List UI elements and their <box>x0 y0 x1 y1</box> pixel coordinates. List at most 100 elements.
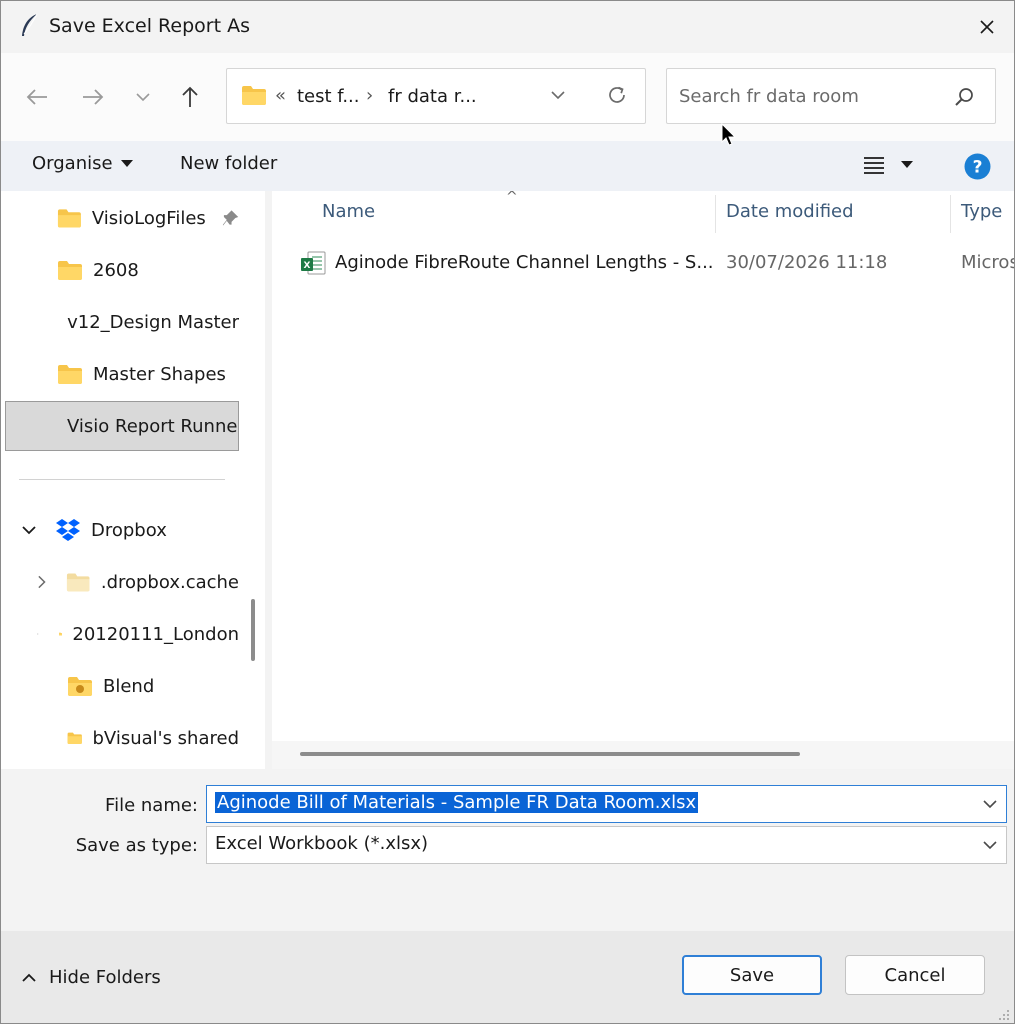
command-toolbar: Organise New folder ? <box>1 141 1014 191</box>
new-folder-label: New folder <box>180 153 278 174</box>
save-dialog: Save Excel Report As « test f... › fr da… <box>0 0 1015 1024</box>
sidebar-item-bvisuals-shared[interactable]: bVisual's shared <box>5 713 239 763</box>
sidebar-item-master-shapes[interactable]: Master Shapes <box>5 349 239 399</box>
file-row[interactable]: X Aginode FibreRoute Channel Lengths - S… <box>272 241 1014 285</box>
file-name: Aginode FibreRoute Channel Lengths - S..… <box>335 252 714 273</box>
up-button[interactable] <box>172 77 208 117</box>
caret-down-icon <box>901 161 913 168</box>
chevron-down-icon[interactable] <box>21 525 37 535</box>
sidebar-item-v12-design-master[interactable]: v12_Design Master <box>5 297 239 347</box>
address-dropdown-icon[interactable] <box>549 86 567 104</box>
help-button[interactable]: ? <box>964 153 991 180</box>
horizontal-scrollbar[interactable] <box>300 752 800 756</box>
sidebar-divider <box>19 479 225 480</box>
breadcrumb-separator[interactable]: › <box>366 85 373 106</box>
sidebar-item-label: 20120111_London <box>72 623 239 645</box>
resize-grip-icon[interactable] <box>996 1007 1010 1021</box>
help-icon: ? <box>964 153 991 180</box>
chevron-down-icon[interactable] <box>980 794 1000 814</box>
chevron-down-icon <box>136 93 150 102</box>
folder-icon <box>58 261 82 280</box>
navigation-bar: « test f... › fr data r... <box>1 53 1014 141</box>
sidebar-item-label: 2608 <box>93 259 139 281</box>
excel-file-icon: X <box>301 251 326 275</box>
sidebar-scrollbar[interactable] <box>251 599 255 661</box>
folder-icon <box>242 86 266 105</box>
sidebar-item-label: .dropbox.cache <box>100 571 239 593</box>
sidebar-item-2608[interactable]: 2608 <box>5 245 239 295</box>
sidebar-item-dropbox[interactable]: Dropbox <box>5 505 239 555</box>
chevron-up-icon <box>22 973 36 982</box>
file-name-value[interactable]: Aginode Bill of Materials - Sample FR Da… <box>215 792 699 813</box>
file-name-label: File name: <box>105 795 198 816</box>
cancel-button[interactable]: Cancel <box>845 955 985 995</box>
sidebar-item-20120111-london[interactable]: 20120111_London <box>5 609 239 659</box>
file-type: Micros <box>961 252 1014 273</box>
file-list: ^ Name Date modified Type X Aginode Fibr… <box>272 191 1014 769</box>
folder-icon <box>67 573 90 592</box>
hide-folders-button[interactable]: Hide Folders <box>21 967 161 988</box>
pin-icon <box>222 210 239 226</box>
column-header-date-modified[interactable]: Date modified <box>726 201 854 222</box>
save-form: File name: Aginode Bill of Materials - S… <box>1 769 1014 931</box>
chevron-down-icon[interactable] <box>980 835 1000 855</box>
sidebar-item-label: bVisual's shared <box>92 727 239 749</box>
dropbox-icon <box>56 519 80 541</box>
column-header-type[interactable]: Type <box>961 201 1002 222</box>
close-icon <box>980 20 994 34</box>
new-folder-button[interactable]: New folder <box>180 153 277 174</box>
sidebar-item-visio-report-runner[interactable]: Visio Report Runner <box>5 401 239 451</box>
file-date-modified: 30/07/2026 11:18 <box>726 252 888 273</box>
feather-icon <box>22 13 38 36</box>
address-bar[interactable]: « test f... › fr data r... <box>226 68 646 124</box>
chevron-right-icon[interactable] <box>37 626 39 642</box>
close-button[interactable] <box>960 1 1014 53</box>
organise-label: Organise <box>32 153 113 174</box>
folder-icon <box>57 209 81 228</box>
window-title: Save Excel Report As <box>49 15 250 37</box>
sidebar-item-label: v12_Design Master <box>67 311 239 333</box>
view-options-button[interactable] <box>863 155 913 175</box>
column-divider[interactable] <box>715 195 716 233</box>
sidebar-item-label: Blend <box>103 675 155 697</box>
save-as-type-select[interactable]: Excel Workbook (*.xlsx) <box>206 826 1007 864</box>
sidebar-item-label: Visio Report Runner <box>67 415 239 437</box>
breadcrumb-fr-data-room[interactable]: fr data r... <box>388 86 477 107</box>
breadcrumb-test-folder[interactable]: test f... <box>297 86 359 107</box>
mouse-cursor-icon <box>721 123 737 146</box>
caret-down-icon <box>120 159 133 167</box>
search-box[interactable] <box>666 68 996 124</box>
organise-button[interactable]: Organise <box>32 153 133 174</box>
folder-icon <box>58 632 63 636</box>
dialog-footer: Hide Folders Save Cancel <box>1 931 1014 1023</box>
recent-locations-button[interactable] <box>125 77 161 117</box>
svg-text:?: ? <box>973 158 983 178</box>
title-bar: Save Excel Report As <box>1 1 1014 53</box>
save-as-type-value: Excel Workbook (*.xlsx) <box>215 833 429 854</box>
arrow-left-icon <box>26 89 47 105</box>
column-header-name[interactable]: Name <box>322 201 375 222</box>
file-name-field[interactable]: Aginode Bill of Materials - Sample FR Da… <box>206 785 1007 823</box>
sidebar-item-visiologfiles[interactable]: VisioLogFiles <box>5 193 239 243</box>
chevron-right-icon[interactable] <box>37 574 46 590</box>
navigation-pane: VisioLogFiles 2608 v12_Design Master Mas… <box>1 191 265 769</box>
forward-button[interactable] <box>75 77 111 117</box>
sidebar-item-dropbox-cache[interactable]: .dropbox.cache <box>5 557 239 607</box>
address-overflow[interactable]: « <box>275 85 286 106</box>
sidebar-item-blend[interactable]: Blend <box>5 661 239 711</box>
sort-ascending-icon: ^ <box>506 191 518 205</box>
folder-icon <box>58 365 82 384</box>
list-view-icon <box>864 157 884 174</box>
sidebar-item-label: Dropbox <box>91 519 167 541</box>
save-button[interactable]: Save <box>682 955 822 995</box>
arrow-up-icon <box>182 86 198 107</box>
search-input[interactable] <box>679 81 939 111</box>
refresh-icon[interactable] <box>605 83 629 107</box>
hide-folders-label: Hide Folders <box>49 967 161 988</box>
search-icon <box>955 88 973 106</box>
column-divider[interactable] <box>950 195 951 233</box>
back-button[interactable] <box>19 77 55 117</box>
sidebar-item-label: VisioLogFiles <box>91 207 206 229</box>
arrow-right-icon <box>83 89 104 105</box>
folder-icon <box>67 732 82 744</box>
